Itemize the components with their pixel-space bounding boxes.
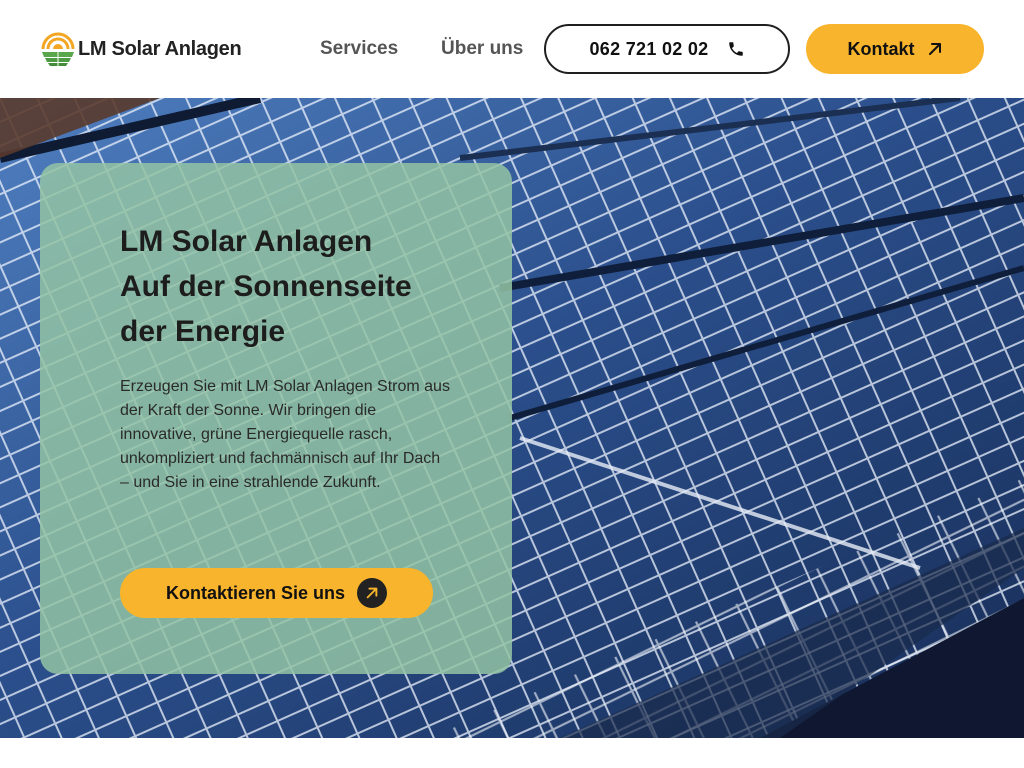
hero-title-line: der Energie [120, 315, 286, 348]
cta-label: Kontaktieren Sie uns [165, 582, 346, 603]
hero-description: Erzeugen Sie mit LM Solar Anlagen Strom … [120, 378, 450, 491]
phone-icon [728, 42, 743, 56]
arrow-up-right-icon [357, 578, 388, 608]
phone-button[interactable]: 062 721 02 02 [544, 24, 790, 74]
site-header: LM Solar Anlagen Services Über uns 062 7… [0, 0, 1024, 98]
hero-title-line: Auf der Sonnenseite [120, 270, 412, 303]
hero-section: LM Solar Anlagen Auf der Sonnenseite der… [0, 98, 1024, 738]
arrow-up-right-icon [928, 43, 941, 55]
phone-number: 062 721 02 02 [589, 38, 709, 59]
nav-about-us[interactable]: Über uns [441, 37, 523, 61]
brand-name: LM Solar Anlagen [78, 37, 242, 60]
contact-label: Kontakt [847, 38, 915, 59]
nav-services[interactable]: Services [320, 37, 398, 61]
hero-title-line: LM Solar Anlagen [120, 225, 373, 258]
sun-over-field-icon [41, 32, 75, 66]
hero-card: LM Solar Anlagen Auf der Sonnenseite der… [40, 163, 512, 674]
hero-title: LM Solar Anlagen Auf der Sonnenseite der… [120, 219, 480, 354]
contact-button[interactable]: Kontakt [806, 24, 984, 74]
brand-logo[interactable]: LM Solar Anlagen [40, 31, 242, 67]
contact-us-button[interactable]: Kontaktieren Sie uns [120, 568, 433, 618]
